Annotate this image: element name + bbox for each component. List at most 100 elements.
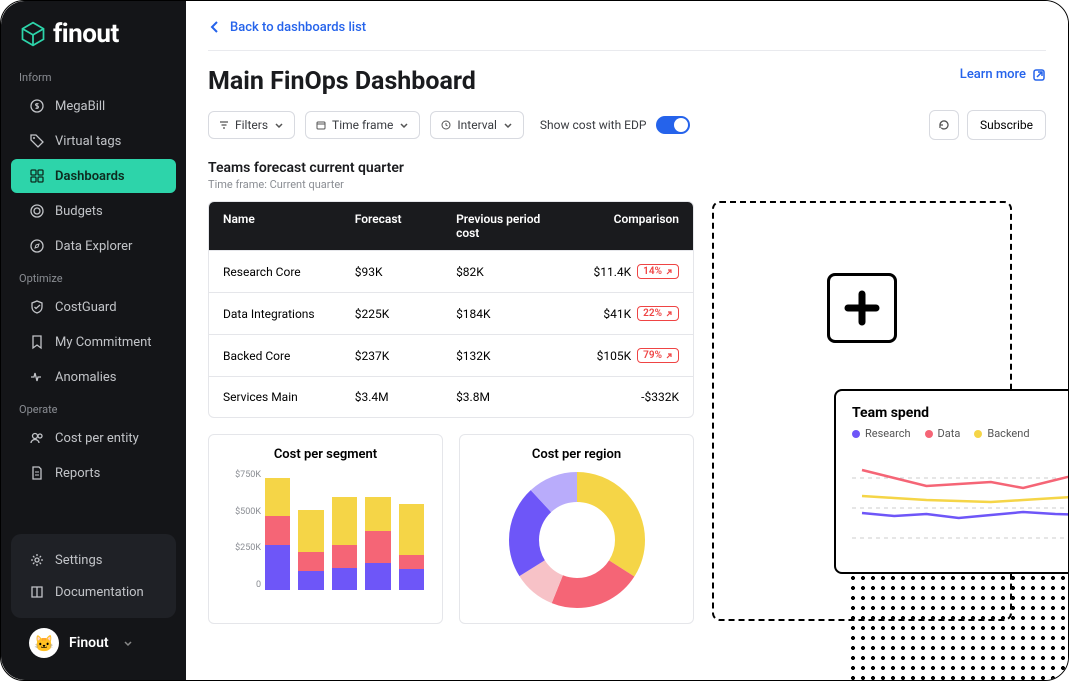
cost-per-segment-chart: Cost per segment $750K$500K$250K0 bbox=[208, 434, 443, 624]
sidebar-item-my-commitment[interactable]: My Commitment bbox=[11, 325, 176, 359]
chevron-down-icon bbox=[274, 120, 284, 130]
divider bbox=[208, 50, 1046, 51]
nav-label: Anomalies bbox=[55, 370, 116, 385]
segment-chart-title: Cost per segment bbox=[221, 447, 430, 462]
cell-name: Backed Core bbox=[223, 349, 355, 363]
cell-name: Research Core bbox=[223, 265, 355, 279]
cell-comparison: $105K79% bbox=[557, 348, 679, 363]
cell-name: Data Integrations bbox=[223, 307, 355, 321]
legend-label: Backend bbox=[987, 427, 1029, 440]
nav-label: Data Explorer bbox=[55, 239, 132, 254]
refresh-button[interactable] bbox=[929, 110, 959, 140]
nav-label: Budgets bbox=[55, 204, 103, 219]
section-label: Operate bbox=[1, 395, 186, 420]
comparison-badge: 22% bbox=[637, 306, 679, 321]
nav-label: Settings bbox=[55, 553, 102, 568]
bar-segment bbox=[399, 569, 424, 590]
bar-segment bbox=[298, 571, 323, 590]
arrow-left-icon bbox=[208, 20, 222, 34]
back-link[interactable]: Back to dashboards list bbox=[208, 20, 366, 35]
filter-icon bbox=[219, 120, 229, 130]
timeframe-button[interactable]: Time frame bbox=[305, 111, 420, 139]
logo: finout bbox=[1, 19, 186, 63]
bar-segment bbox=[332, 568, 357, 590]
calendar-icon bbox=[316, 120, 326, 130]
legend-dot bbox=[974, 430, 982, 438]
cell-comparison: -$332K bbox=[557, 390, 679, 404]
comparison-badge: 14% bbox=[637, 264, 679, 279]
cell-forecast: $93K bbox=[355, 265, 456, 279]
bar-group bbox=[365, 470, 390, 590]
section-label: Optimize bbox=[1, 264, 186, 289]
cell-prev: $3.8M bbox=[456, 390, 557, 404]
pulse-icon bbox=[29, 369, 45, 385]
interval-label: Interval bbox=[457, 118, 497, 132]
sidebar-item-megabill[interactable]: MegaBill bbox=[11, 89, 176, 123]
sidebar-item-reports[interactable]: Reports bbox=[11, 456, 176, 490]
arrow-up-right-icon bbox=[665, 352, 673, 360]
tag-icon bbox=[29, 133, 45, 149]
bar-group bbox=[265, 470, 290, 590]
interval-button[interactable]: Interval bbox=[430, 111, 524, 139]
nav-label: Reports bbox=[55, 466, 100, 481]
avatar: 🐱 bbox=[29, 628, 59, 658]
sidebar-item-virtual-tags[interactable]: Virtual tags bbox=[11, 124, 176, 158]
refresh-icon bbox=[937, 118, 951, 132]
sidebar-item-dashboards[interactable]: Dashboards bbox=[11, 159, 176, 193]
bar-segment bbox=[298, 510, 323, 552]
cell-comparison: $41K22% bbox=[557, 306, 679, 321]
nav-label: Documentation bbox=[55, 585, 144, 600]
table-row[interactable]: Research Core$93K$82K$11.4K14% bbox=[209, 250, 693, 292]
nav-label: CostGuard bbox=[55, 300, 117, 315]
bar-segment bbox=[365, 531, 390, 563]
sidebar-item-anomalies[interactable]: Anomalies bbox=[11, 360, 176, 394]
clock-icon bbox=[441, 120, 451, 130]
cell-forecast: $237K bbox=[355, 349, 456, 363]
region-chart-title: Cost per region bbox=[472, 447, 681, 462]
sidebar-item-budgets[interactable]: Budgets bbox=[11, 194, 176, 228]
table-row[interactable]: Services Main$3.4M$3.8M-$332K bbox=[209, 376, 693, 417]
th-comparison: Comparison bbox=[557, 212, 679, 240]
legend-dot bbox=[925, 430, 933, 438]
sidebar-item-costguard[interactable]: CostGuard bbox=[11, 290, 176, 324]
plus-icon bbox=[842, 288, 882, 328]
table-row[interactable]: Backed Core$237K$132K$105K79% bbox=[209, 334, 693, 376]
shield-icon bbox=[29, 299, 45, 315]
bar-segment bbox=[265, 516, 290, 545]
sidebar-item-settings[interactable]: Settings bbox=[19, 544, 168, 576]
nav-label: MegaBill bbox=[55, 99, 105, 114]
bar-segment bbox=[332, 497, 357, 545]
table-row[interactable]: Data Integrations$225K$184K$41K22% bbox=[209, 292, 693, 334]
add-widget-button[interactable] bbox=[827, 273, 897, 343]
bar-segment bbox=[298, 552, 323, 571]
th-forecast: Forecast bbox=[355, 212, 456, 240]
legend-item: Data bbox=[925, 427, 961, 440]
external-link-icon bbox=[1032, 68, 1046, 82]
bar-segment bbox=[365, 563, 390, 590]
edp-toggle[interactable] bbox=[656, 116, 690, 134]
cell-prev: $132K bbox=[456, 349, 557, 363]
sidebar-item-data-explorer[interactable]: Data Explorer bbox=[11, 229, 176, 263]
cell-prev: $184K bbox=[456, 307, 557, 321]
forecast-title: Teams forecast current quarter bbox=[208, 160, 1046, 176]
sidebar-item-documentation[interactable]: Documentation bbox=[19, 576, 168, 608]
chevron-down-icon bbox=[503, 120, 513, 130]
learn-more-link[interactable]: Learn more bbox=[960, 67, 1046, 82]
bar-group bbox=[332, 470, 357, 590]
timeframe-label: Time frame bbox=[332, 118, 393, 132]
grid-icon bbox=[29, 168, 45, 184]
bar-segment bbox=[365, 497, 390, 531]
filters-button[interactable]: Filters bbox=[208, 111, 295, 139]
legend-label: Data bbox=[938, 427, 961, 440]
subscribe-button[interactable]: Subscribe bbox=[967, 110, 1046, 140]
sidebar-item-cost-per-entity[interactable]: Cost per entity bbox=[11, 421, 176, 455]
forecast-subtitle: Time frame: Current quarter bbox=[208, 178, 1046, 191]
cell-comparison: $11.4K14% bbox=[557, 264, 679, 279]
user-row[interactable]: 🐱 Finout bbox=[11, 618, 176, 658]
brand-text: finout bbox=[53, 19, 119, 49]
comparison-badge: 79% bbox=[637, 348, 679, 363]
book-icon bbox=[29, 584, 45, 600]
forecast-table: Name Forecast Previous period cost Compa… bbox=[208, 201, 694, 418]
team-spend-lines bbox=[852, 448, 1068, 558]
cell-forecast: $225K bbox=[355, 307, 456, 321]
